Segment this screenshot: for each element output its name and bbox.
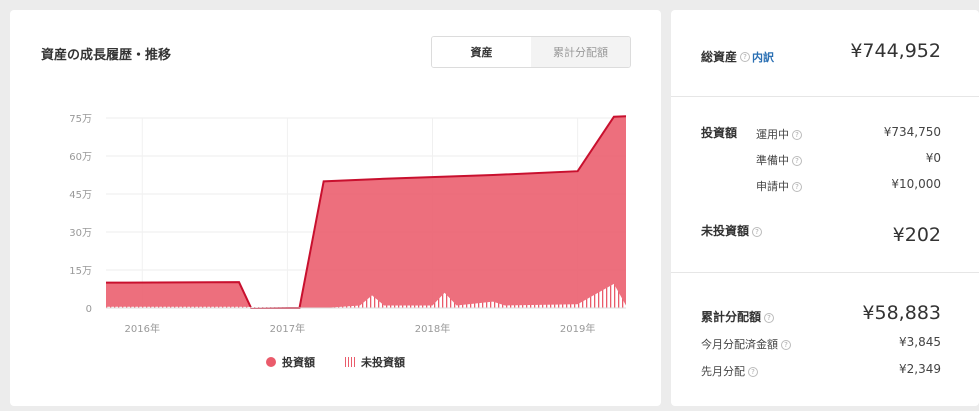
this-month-dist-value: ¥3,845 xyxy=(899,335,941,349)
legend-swatch-invested xyxy=(266,357,276,367)
x-tick-label: 2016年 xyxy=(125,322,160,335)
legend-label-uninvested: 未投資額 xyxy=(361,356,405,369)
help-icon[interactable]: ? xyxy=(792,130,802,140)
uninvested-value: ¥202 xyxy=(892,224,941,246)
legend-item-uninvested[interactable]: 未投資額 xyxy=(345,354,405,370)
legend-item-invested[interactable]: 投資額 xyxy=(266,354,315,370)
asset-area-chart: 0 15万 30万 45万 60万 75万 2016年 2017年 2018年 2019年 xyxy=(69,114,627,335)
divider xyxy=(671,272,979,273)
help-icon[interactable]: ? xyxy=(781,340,791,350)
invested-row-applying-label: 申請中? xyxy=(756,178,802,194)
y-tick-label: 0 xyxy=(86,304,92,315)
invested-row-preparing-label: 準備中? xyxy=(756,152,802,168)
y-tick-label: 15万 xyxy=(69,266,92,277)
total-assets-value: ¥744,952 xyxy=(850,40,941,62)
chart-legend: 投資額 未投資額 xyxy=(266,354,405,370)
invested-label: 投資額 xyxy=(701,126,738,140)
series-invested-area xyxy=(106,116,626,308)
help-icon[interactable]: ? xyxy=(792,182,802,192)
y-tick-label: 75万 xyxy=(69,114,92,125)
x-tick-label: 2018年 xyxy=(415,322,450,335)
y-tick-label: 30万 xyxy=(69,228,92,239)
help-icon[interactable]: ? xyxy=(740,51,751,62)
breakdown-link[interactable]: 内訳 xyxy=(752,51,774,64)
invested-row-active-label: 運用中? xyxy=(756,126,802,142)
last-month-dist-label: 先月分配? xyxy=(701,363,758,379)
total-assets-label: 総資産 xyxy=(701,50,738,64)
y-tick-label: 45万 xyxy=(69,190,92,201)
invested-row-applying-value: ¥10,000 xyxy=(891,177,941,191)
asset-summary-card: 総資産? 内訳 ¥744,952 投資額 運用中? ¥734,750 準備中? ¥… xyxy=(671,10,979,406)
this-month-dist-label: 今月分配済金額? xyxy=(701,336,791,352)
help-icon[interactable]: ? xyxy=(752,226,763,237)
help-icon[interactable]: ? xyxy=(748,367,758,377)
x-tick-label: 2019年 xyxy=(560,322,595,335)
legend-label-invested: 投資額 xyxy=(282,356,315,369)
legend-swatch-uninvested xyxy=(345,357,355,367)
distribution-value: ¥58,883 xyxy=(862,302,941,324)
distribution-label-row: 累計分配額? xyxy=(701,308,775,325)
invested-row-active-value: ¥734,750 xyxy=(883,125,941,139)
help-icon[interactable]: ? xyxy=(764,312,775,323)
asset-history-card: 資産の成長履歴・推移 資産 累計分配額 0 15万 30万 45万 60万 75万 2016… xyxy=(10,10,661,406)
y-tick-label: 60万 xyxy=(69,152,92,163)
uninvested-label-row: 未投資額? xyxy=(701,222,763,239)
last-month-dist-value: ¥2,349 xyxy=(899,362,941,376)
invested-row-preparing-value: ¥0 xyxy=(925,151,941,165)
total-assets-label-row: 総資産? 内訳 xyxy=(701,46,774,65)
divider xyxy=(671,96,979,97)
help-icon[interactable]: ? xyxy=(792,156,802,166)
x-tick-label: 2017年 xyxy=(270,322,305,335)
